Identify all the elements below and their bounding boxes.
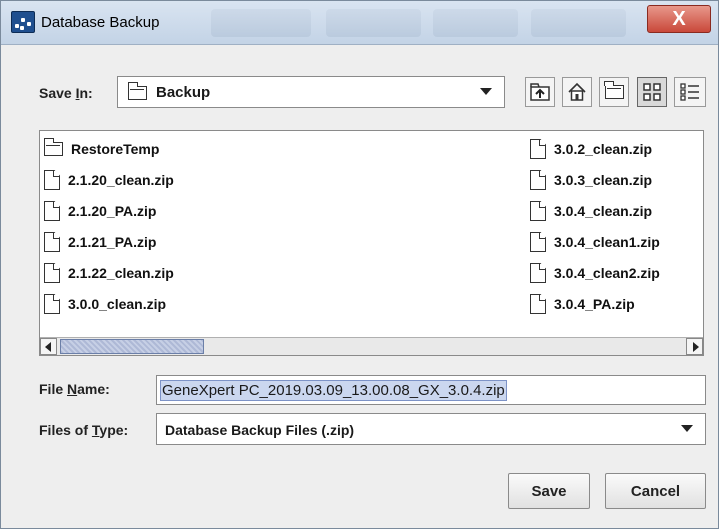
file-type-value: Database Backup Files (.zip): [165, 422, 355, 438]
file-type-label: Files of Type:: [39, 422, 129, 438]
file-type-dropdown[interactable]: Database Backup Files (.zip): [156, 413, 706, 445]
file-icon: [44, 294, 60, 314]
close-icon[interactable]: X: [672, 8, 685, 30]
file-name-label: RestoreTemp: [71, 141, 160, 157]
scroll-left-button[interactable]: [40, 338, 57, 355]
home-icon: [568, 82, 586, 101]
file-item[interactable]: 2.1.21_PA.zip: [44, 231, 156, 253]
folder-item[interactable]: RestoreTemp: [43, 138, 160, 160]
file-item[interactable]: 3.0.3_clean.zip: [530, 169, 652, 191]
file-icon: [530, 201, 546, 221]
file-icon: [44, 201, 60, 221]
file-icon: [530, 263, 546, 283]
cancel-button-label: Cancel: [630, 482, 681, 500]
file-name-label: 2.1.21_PA.zip: [68, 234, 157, 250]
background-title-blur: [211, 9, 311, 37]
file-name-label: 3.0.0_clean.zip: [68, 296, 167, 312]
file-icon: [44, 170, 60, 190]
horizontal-scrollbar[interactable]: [40, 337, 703, 355]
file-name-label: 3.0.4_clean.zip: [554, 203, 653, 219]
save-in-dropdown[interactable]: Backup: [117, 76, 505, 108]
save-in-value: Backup: [156, 84, 211, 101]
file-list[interactable]: RestoreTemp 2.1.20_clean.zip 2.1.20_PA.zip…: [39, 130, 704, 356]
close-button[interactable]: X: [647, 5, 711, 33]
file-item[interactable]: 2.1.20_PA.zip: [44, 200, 156, 222]
file-name-label: 2.1.20_clean.zip: [68, 172, 174, 188]
file-name-label: 3.0.3_clean.zip: [554, 172, 653, 188]
scroll-thumb[interactable]: [60, 339, 204, 354]
file-icon: [44, 232, 60, 252]
file-name-label: 3.0.4_PA.zip: [554, 296, 635, 312]
file-name-label: 3.0.4_clean2.zip: [554, 265, 660, 281]
save-button-label: Save: [531, 482, 567, 500]
new-folder-icon: [604, 81, 624, 99]
file-icon: [530, 139, 546, 159]
list-view-icon: [643, 83, 661, 101]
cancel-button[interactable]: Cancel: [605, 473, 706, 509]
file-name-label: 3.0.2_clean.zip: [554, 141, 653, 157]
up-one-level-icon: [530, 83, 550, 101]
save-button[interactable]: Save: [508, 473, 590, 509]
scroll-right-button[interactable]: [686, 338, 703, 355]
file-item[interactable]: 3.0.4_clean.zip: [530, 200, 652, 222]
folder-icon: [43, 138, 63, 156]
new-folder-button[interactable]: [599, 77, 629, 107]
database-backup-dialog: Database Backup X Save In: Backup Restor…: [0, 0, 719, 529]
file-item[interactable]: 3.0.4_clean1.zip: [530, 231, 660, 253]
home-button[interactable]: [562, 77, 592, 107]
background-title-blur: [433, 9, 518, 37]
file-item[interactable]: 3.0.4_clean2.zip: [530, 262, 660, 284]
chevron-down-icon: [480, 88, 492, 95]
file-name-field[interactable]: GeneXpert PC_2019.03.09_13.00.08_GX_3.0.…: [156, 375, 706, 405]
file-item[interactable]: 2.1.20_clean.zip: [44, 169, 174, 191]
file-name-label: 3.0.4_clean1.zip: [554, 234, 660, 250]
file-item[interactable]: 3.0.2_clean.zip: [530, 138, 652, 160]
details-view-button[interactable]: [674, 77, 706, 107]
file-name-value[interactable]: GeneXpert PC_2019.03.09_13.00.08_GX_3.0.…: [160, 380, 507, 401]
file-name-label: 2.1.20_PA.zip: [68, 203, 157, 219]
file-icon: [530, 294, 546, 314]
file-name-label: File Name:: [39, 381, 110, 397]
file-icon: [530, 232, 546, 252]
background-title-blur: [531, 9, 626, 37]
file-icon: [44, 263, 60, 283]
file-item[interactable]: 3.0.0_clean.zip: [44, 293, 166, 315]
window-title: Database Backup: [41, 14, 160, 31]
details-view-icon: [680, 83, 699, 101]
file-icon: [530, 170, 546, 190]
list-view-button[interactable]: [637, 77, 667, 107]
save-in-label: Save In:: [39, 85, 93, 101]
background-title-blur: [326, 9, 421, 37]
file-name-label: 2.1.22_clean.zip: [68, 265, 174, 281]
chevron-down-icon: [681, 425, 693, 432]
file-item[interactable]: 3.0.4_PA.zip: [530, 293, 635, 315]
title-bar[interactable]: Database Backup X: [1, 1, 718, 45]
app-icon: [11, 11, 35, 33]
file-item[interactable]: 2.1.22_clean.zip: [44, 262, 174, 284]
folder-icon: [127, 82, 147, 100]
up-one-level-button[interactable]: [525, 77, 555, 107]
